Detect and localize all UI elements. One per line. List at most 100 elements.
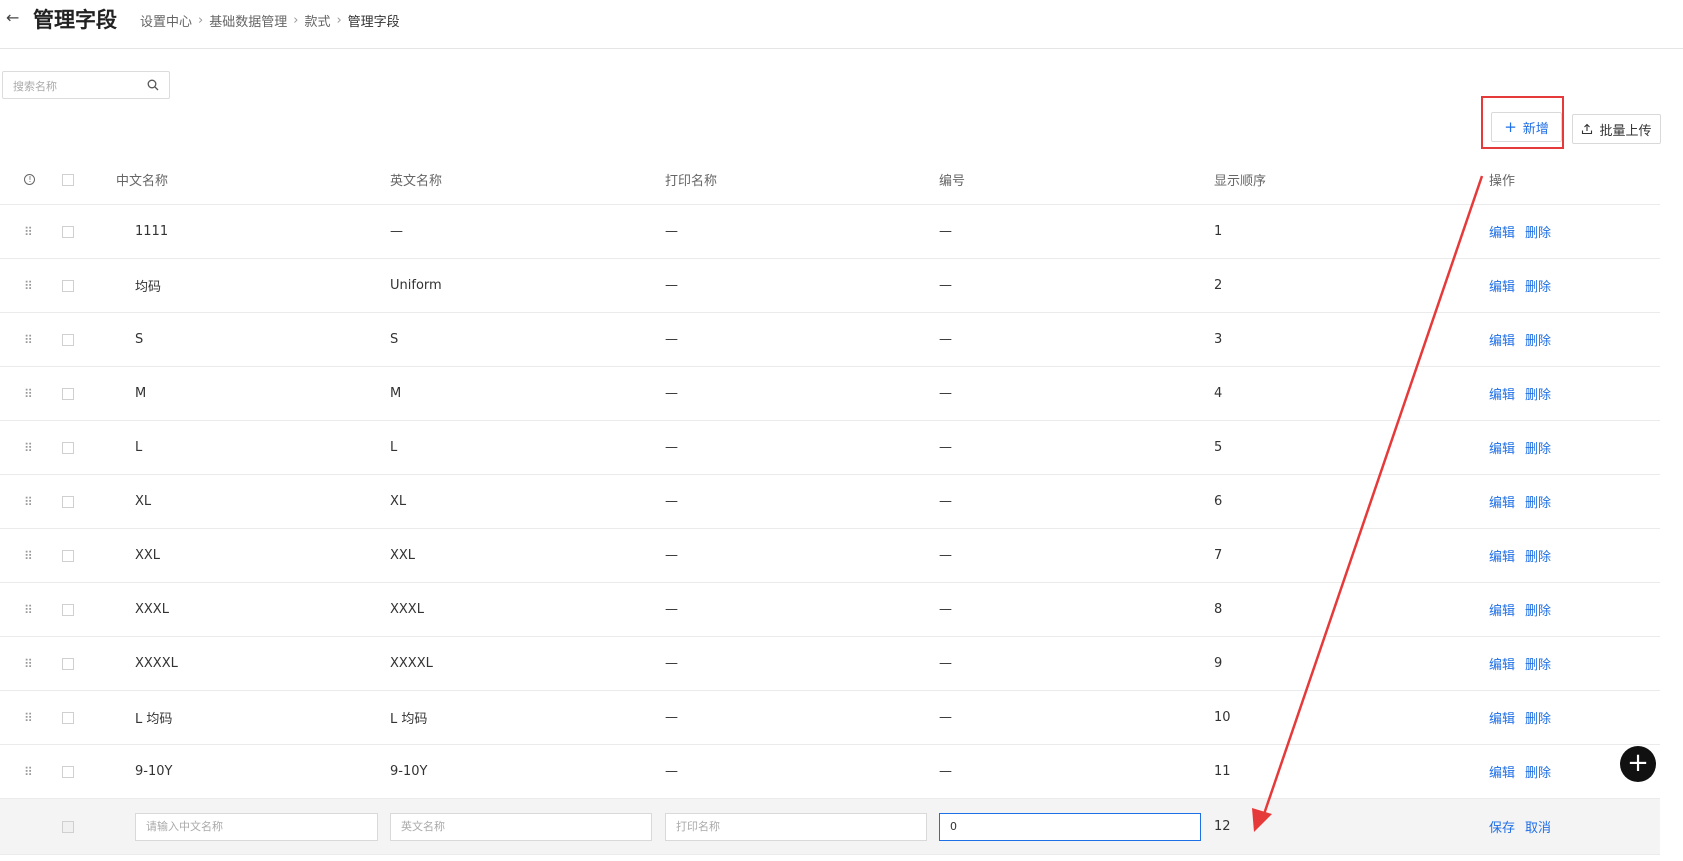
edit-button[interactable]: 编辑 [1489,762,1515,781]
row-checkbox[interactable] [62,657,74,670]
table-row: ⠿ XL XL — — 6 编辑 删除 [0,475,1660,529]
row-checkbox[interactable] [62,495,74,508]
drag-handle-icon[interactable]: ⠿ [24,529,33,582]
row-checkbox[interactable] [62,333,74,346]
delete-button[interactable]: 删除 [1525,654,1551,673]
delete-button[interactable]: 删除 [1525,222,1551,241]
cell-cn-name: 9-10Y [135,764,173,779]
batch-upload-button[interactable]: 批量上传 [1572,114,1661,144]
cell-cn-name: XL [135,494,152,509]
row-checkbox-cell [62,691,74,744]
table-row: ⠿ XXXL XXXL — — 8 编辑 删除 [0,583,1660,637]
drag-handle-icon[interactable]: ⠿ [24,475,33,528]
edit-button[interactable]: 编辑 [1489,492,1515,511]
number-input[interactable] [939,812,1201,841]
cell-number: — [939,278,952,293]
cell-order: 8 [1214,602,1223,617]
cell-actions: 编辑 删除 [1489,313,1551,366]
breadcrumb-item-style[interactable]: 款式 [304,11,330,30]
cell-en-name: 9-10Y [390,764,428,779]
table-row: ⠿ 均码 Uniform — — 2 编辑 删除 [0,259,1660,313]
search-icon[interactable] [147,79,159,91]
table-row: ⠿ 9-10Y 9-10Y — — 11 编辑 删除 [0,745,1660,799]
cell-number: — [939,656,952,671]
edit-button[interactable]: 编辑 [1489,708,1515,727]
cell-cn-name: XXXXL [135,656,178,671]
new-row-editor: 12 保存 取消 [0,799,1660,855]
drag-handle-icon[interactable]: ⠿ [24,421,33,474]
search-input[interactable] [3,72,155,100]
row-checkbox[interactable] [62,279,74,292]
back-arrow-icon[interactable]: ← [6,8,19,27]
column-header-number: 编号 [939,174,966,189]
delete-button[interactable]: 删除 [1525,384,1551,403]
delete-button[interactable]: 删除 [1525,438,1551,457]
edit-button[interactable]: 编辑 [1489,384,1515,403]
drag-handle-icon[interactable]: ⠿ [24,313,33,366]
delete-button[interactable]: 删除 [1525,708,1551,727]
cell-en-name: XL [390,494,407,509]
row-checkbox[interactable] [62,711,74,724]
edit-button[interactable]: 编辑 [1489,438,1515,457]
cell-print-name: — [665,332,678,347]
new-row-cn-cell [135,799,378,854]
edit-button[interactable]: 编辑 [1489,276,1515,295]
edit-button[interactable]: 编辑 [1489,222,1515,241]
column-header-order: 显示顺序 [1214,174,1267,189]
delete-button[interactable]: 删除 [1525,600,1551,619]
edit-button[interactable]: 编辑 [1489,330,1515,349]
cell-actions: 编辑 删除 [1489,583,1551,636]
floating-add-button[interactable]: + [1620,746,1656,782]
cell-print-name: — [665,440,678,455]
cell-order: 5 [1214,440,1223,455]
drag-handle-icon[interactable]: ⠿ [24,745,33,798]
cell-en-name: — [390,224,403,239]
cell-print-name: — [665,656,678,671]
breadcrumb-separator: › [198,13,204,28]
add-button-label: 新增 [1522,121,1549,137]
row-checkbox-cell [62,745,74,798]
delete-button[interactable]: 删除 [1525,546,1551,565]
drag-handle-icon[interactable]: ⠿ [24,691,33,744]
row-checkbox[interactable] [62,603,74,616]
cell-number: — [939,386,952,401]
drag-handle-icon[interactable]: ⠿ [24,205,33,258]
delete-button[interactable]: 删除 [1525,492,1551,511]
cell-number: — [939,332,952,347]
edit-button[interactable]: 编辑 [1489,600,1515,619]
cell-number: — [939,710,952,725]
cancel-button[interactable]: 取消 [1525,817,1551,836]
delete-button[interactable]: 删除 [1525,330,1551,349]
save-button[interactable]: 保存 [1489,817,1515,836]
drag-handle-icon[interactable]: ⠿ [24,583,33,636]
drag-handle-icon[interactable]: ⠿ [24,367,33,420]
row-checkbox[interactable] [62,225,74,238]
new-row-checkbox[interactable] [62,820,74,833]
edit-button[interactable]: 编辑 [1489,654,1515,673]
info-icon[interactable]: ! [24,174,35,185]
table-row: ⠿ 1111 — — — 1 编辑 删除 [0,205,1660,259]
print-name-input[interactable] [665,812,927,841]
select-all-checkbox[interactable] [62,173,74,186]
delete-button[interactable]: 删除 [1525,276,1551,295]
delete-button[interactable]: 删除 [1525,762,1551,781]
cell-number: — [939,224,952,239]
row-checkbox[interactable] [62,765,74,778]
cell-cn-name: 1111 [135,224,169,239]
drag-handle-icon[interactable]: ⠿ [24,259,33,312]
new-row-order: 12 [1214,819,1231,834]
row-checkbox[interactable] [62,387,74,400]
cell-cn-name: XXL [135,548,161,563]
breadcrumb-item-settings[interactable]: 设置中心 [140,11,192,30]
breadcrumb-item-basic-data[interactable]: 基础数据管理 [209,11,287,30]
new-row-actions: 保存 取消 [1489,799,1551,854]
header-info-cell: ! [24,155,35,204]
row-checkbox[interactable] [62,549,74,562]
drag-handle-icon[interactable]: ⠿ [24,637,33,690]
en-name-input[interactable] [390,812,652,841]
add-button[interactable]: + 新增 [1491,112,1562,142]
edit-button[interactable]: 编辑 [1489,546,1515,565]
cell-actions: 编辑 删除 [1489,637,1551,690]
cn-name-input[interactable] [135,812,378,841]
row-checkbox[interactable] [62,441,74,454]
